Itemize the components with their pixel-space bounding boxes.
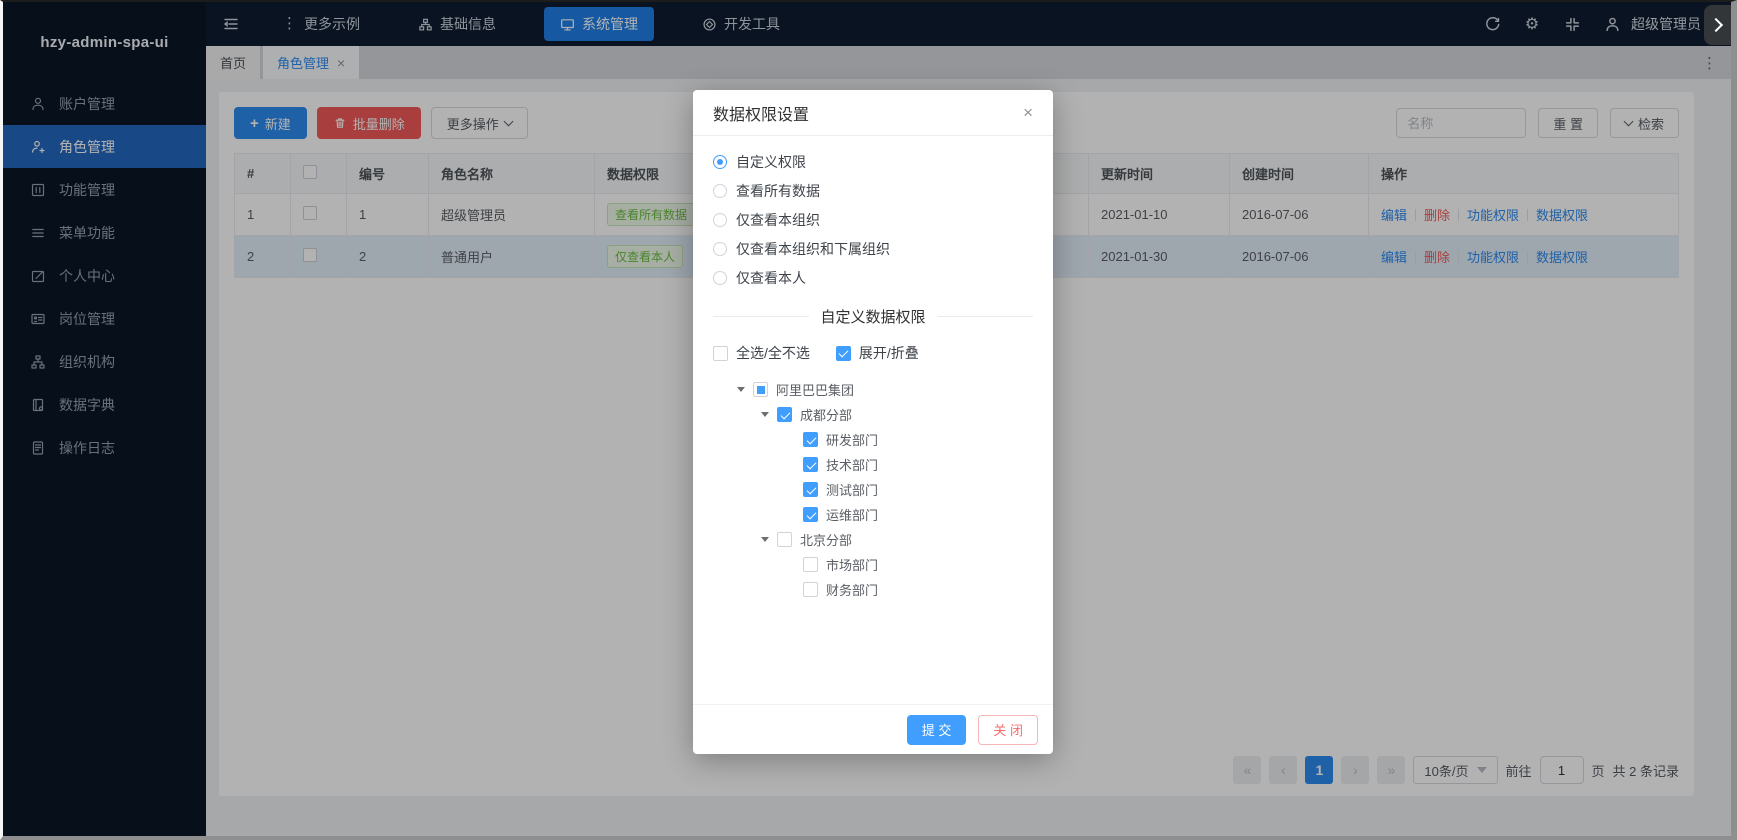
checkbox-unchecked-icon[interactable]: [777, 532, 792, 547]
divider-line: [713, 316, 809, 317]
radio-label: 自定义权限: [736, 152, 806, 172]
browser-side-panel-toggle[interactable]: [1704, 5, 1731, 45]
organization-tree: 阿里巴巴集团 成都分部 研发部门 技术部门: [713, 377, 1033, 602]
chevron-right-icon: [1708, 18, 1722, 32]
tree-options-row: 全选/全不选 展开/折叠: [713, 343, 1033, 363]
radio-icon[interactable]: [713, 242, 727, 256]
checkbox-icon[interactable]: [713, 346, 728, 361]
tree-node-leaf[interactable]: 市场部门: [713, 552, 1033, 577]
checkbox-icon[interactable]: [836, 346, 851, 361]
select-all-toggle[interactable]: 全选/全不选: [713, 343, 810, 363]
tree-node-leaf[interactable]: 研发部门: [713, 427, 1033, 452]
admin-app: hzy-admin-spa-ui 账户管理 角色管理 功能管理 菜单功能: [3, 2, 1731, 836]
tree-node-leaf[interactable]: 技术部门: [713, 452, 1033, 477]
divider-line: [938, 316, 1034, 317]
radio-icon[interactable]: [713, 213, 727, 227]
radio-label: 查看所有数据: [736, 181, 820, 201]
dialog-title: 数据权限设置: [713, 101, 809, 125]
radio-icon[interactable]: [713, 155, 727, 169]
dialog-close-icon[interactable]: ×: [1023, 103, 1033, 123]
radio-custom-permission[interactable]: 自定义权限: [713, 152, 1033, 172]
divider-label: 自定义数据权限: [821, 306, 926, 327]
tree-node-label: 研发部门: [826, 430, 878, 449]
browser-window: hzy-admin-spa-ui 账户管理 角色管理 功能管理 菜单功能: [0, 0, 1737, 840]
radio-label: 仅查看本组织和下属组织: [736, 239, 890, 259]
radio-own-org-and-subordinates[interactable]: 仅查看本组织和下属组织: [713, 239, 1033, 259]
checkbox-unchecked-icon[interactable]: [803, 557, 818, 572]
select-all-label: 全选/全不选: [736, 343, 810, 363]
tree-node-label: 技术部门: [826, 455, 878, 474]
radio-self-only[interactable]: 仅查看本人: [713, 268, 1033, 288]
tree-node-label: 测试部门: [826, 480, 878, 499]
radio-label: 仅查看本组织: [736, 210, 820, 230]
tree-node-leaf[interactable]: 运维部门: [713, 502, 1033, 527]
custom-permission-divider: 自定义数据权限: [713, 306, 1033, 327]
radio-own-org-only[interactable]: 仅查看本组织: [713, 210, 1033, 230]
tree-node-root[interactable]: 阿里巴巴集团: [713, 377, 1033, 402]
tree-node-label: 市场部门: [826, 555, 878, 574]
radio-label: 仅查看本人: [736, 268, 806, 288]
tree-node-label: 阿里巴巴集团: [776, 380, 854, 399]
checkbox-checked-icon[interactable]: [803, 457, 818, 472]
dialog-footer: 提 交 关 闭: [693, 704, 1053, 754]
tree-node-leaf[interactable]: 测试部门: [713, 477, 1033, 502]
caret-down-icon[interactable]: [761, 412, 769, 417]
radio-icon[interactable]: [713, 184, 727, 198]
dialog-body: 自定义权限 查看所有数据 仅查看本组织 仅查看本组织和下属组织 仅查看本人 自定…: [693, 136, 1053, 704]
tree-node-leaf[interactable]: 财务部门: [713, 577, 1033, 602]
tree-node-branch[interactable]: 北京分部: [713, 527, 1033, 552]
checkbox-unchecked-icon[interactable]: [803, 582, 818, 597]
submit-button[interactable]: 提 交: [907, 715, 967, 745]
tree-node-label: 北京分部: [800, 530, 852, 549]
tree-node-label: 运维部门: [826, 505, 878, 524]
checkbox-checked-icon[interactable]: [803, 482, 818, 497]
expand-collapse-toggle[interactable]: 展开/折叠: [836, 343, 919, 363]
radio-icon[interactable]: [713, 271, 727, 285]
checkbox-checked-icon[interactable]: [777, 407, 792, 422]
caret-down-icon[interactable]: [761, 537, 769, 542]
checkbox-checked-icon[interactable]: [803, 507, 818, 522]
expand-collapse-label: 展开/折叠: [859, 343, 919, 363]
tree-node-label: 成都分部: [800, 405, 852, 424]
caret-down-icon[interactable]: [737, 387, 745, 392]
tree-node-label: 财务部门: [826, 580, 878, 599]
tree-node-branch[interactable]: 成都分部: [713, 402, 1033, 427]
data-permission-dialog: 数据权限设置 × 自定义权限 查看所有数据 仅查看本组织 仅查看本组织和下属组织: [693, 90, 1053, 754]
checkbox-checked-icon[interactable]: [803, 432, 818, 447]
dialog-header: 数据权限设置 ×: [693, 90, 1053, 136]
close-button[interactable]: 关 闭: [978, 715, 1038, 745]
checkbox-indeterminate-icon[interactable]: [753, 382, 768, 397]
radio-view-all-data[interactable]: 查看所有数据: [713, 181, 1033, 201]
